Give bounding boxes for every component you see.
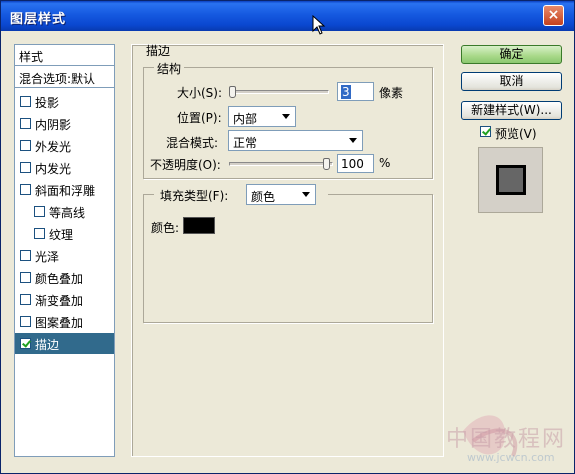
style-item-label: 内发光 (35, 162, 72, 176)
style-item-label: 斜面和浮雕 (35, 184, 96, 198)
checkbox[interactable] (20, 184, 31, 195)
color-label: 颜色: (151, 221, 180, 235)
style-item-bevel-emboss[interactable]: 斜面和浮雕 (15, 179, 114, 200)
style-item-label: 内阴影 (35, 118, 72, 132)
opacity-slider[interactable] (229, 158, 333, 170)
style-item-color-overlay[interactable]: 颜色叠加 (15, 267, 114, 288)
structure-group-title: 结构 (154, 60, 185, 77)
new-style-button[interactable]: 新建样式(W)... (461, 101, 562, 120)
blend-mode-select[interactable]: 正常 (228, 130, 363, 151)
checkbox[interactable] (20, 96, 31, 107)
style-item-contour[interactable]: 等高线 (15, 201, 114, 222)
cancel-button[interactable]: 取消 (461, 72, 562, 91)
size-input[interactable]: 3 (337, 82, 374, 101)
mouse-cursor-icon (312, 15, 326, 35)
position-select[interactable]: 内部 (228, 106, 296, 127)
style-item-label: 投影 (35, 96, 60, 110)
close-button[interactable]: × (543, 5, 564, 26)
style-item-label: 等高线 (49, 206, 86, 220)
size-unit: 像素 (379, 86, 404, 100)
style-item-inner-glow[interactable]: 内发光 (15, 157, 114, 178)
style-item-satin[interactable]: 光泽 (15, 245, 114, 266)
style-item-gradient-overlay[interactable]: 渐变叠加 (15, 289, 114, 310)
opacity-label: 不透明度(O): (150, 158, 221, 172)
chevron-down-icon (349, 138, 357, 143)
fill-group: 填充类型(F): 颜色 颜色: (143, 184, 433, 323)
style-item-label: 光泽 (35, 250, 60, 264)
blend-mode-label: 混合模式: (166, 136, 219, 150)
position-label: 位置(P): (177, 111, 222, 125)
style-item-label: 描边 (35, 338, 60, 352)
style-list-header[interactable]: 样式 (15, 45, 114, 66)
checkbox[interactable] (20, 272, 31, 283)
checkbox[interactable] (20, 162, 31, 173)
checkbox-checked[interactable] (20, 338, 31, 349)
preview-checkbox[interactable] (480, 126, 491, 137)
watermark-url: www.jcwcn.com (467, 451, 555, 464)
size-label: 大小(S): (177, 86, 223, 100)
opacity-unit: % (379, 156, 391, 170)
layer-style-dialog: 图层样式 × 样式 混合选项:默认 投影 内阴影 外发光 内发光 斜面和浮雕 等… (0, 0, 575, 474)
fill-type-select[interactable]: 颜色 (246, 184, 316, 205)
ok-button[interactable]: 确定 (461, 45, 562, 64)
stroke-panel: 描边 结构 大小(S): 3 像素 位置(P): 内部 混合模式: 正常 不透明… (131, 44, 444, 457)
style-item-drop-shadow[interactable]: 投影 (15, 91, 114, 112)
style-list: 样式 混合选项:默认 投影 内阴影 外发光 内发光 斜面和浮雕 等高线 纹理 光… (14, 44, 115, 457)
stroke-panel-title: 描边 (146, 44, 171, 58)
style-item-pattern-overlay[interactable]: 图案叠加 (15, 311, 114, 332)
checkbox[interactable] (34, 206, 45, 217)
chevron-down-icon (282, 114, 290, 119)
style-item-label: 纹理 (49, 228, 74, 242)
fill-type-value: 颜色 (251, 190, 276, 204)
position-value: 内部 (233, 112, 258, 126)
preview-thumbnail (478, 147, 543, 213)
title-bar[interactable]: 图层样式 × (1, 1, 574, 31)
checkbox[interactable] (20, 140, 31, 151)
style-item-label: 图案叠加 (35, 316, 84, 330)
window-title: 图层样式 (10, 12, 67, 27)
fill-type-row: 填充类型(F): 颜色 (154, 184, 328, 205)
checkbox[interactable] (20, 316, 31, 327)
size-value: 3 (341, 85, 351, 99)
style-item-label: 颜色叠加 (35, 272, 84, 286)
blend-mode-value: 正常 (233, 136, 258, 150)
fill-type-label: 填充类型(F): (160, 189, 229, 203)
preview-stroke-square (496, 165, 526, 195)
watermark-text: 中国教程网 (446, 427, 567, 452)
size-slider-thumb[interactable] (229, 86, 236, 98)
style-item-label: 渐变叠加 (35, 294, 84, 308)
blending-options-item[interactable]: 混合选项:默认 (15, 67, 114, 88)
checkbox[interactable] (20, 118, 31, 129)
opacity-value: 100 (341, 157, 364, 171)
opacity-slider-thumb[interactable] (323, 158, 330, 170)
opacity-input[interactable]: 100 (337, 154, 374, 173)
preview-label: 预览(V) (495, 127, 537, 141)
style-item-texture[interactable]: 纹理 (15, 223, 114, 244)
style-item-outer-glow[interactable]: 外发光 (15, 135, 114, 156)
style-item-stroke[interactable]: 描边 (15, 333, 114, 354)
stroke-color-swatch[interactable] (183, 217, 215, 234)
chevron-down-icon (302, 192, 310, 197)
style-item-label: 外发光 (35, 140, 72, 154)
checkbox[interactable] (20, 250, 31, 261)
checkbox[interactable] (34, 228, 45, 239)
style-item-inner-shadow[interactable]: 内阴影 (15, 113, 114, 134)
structure-group: 结构 大小(S): 3 像素 位置(P): 内部 混合模式: 正常 不透明度(O… (143, 60, 433, 179)
checkbox[interactable] (20, 294, 31, 305)
size-slider[interactable] (229, 86, 329, 98)
